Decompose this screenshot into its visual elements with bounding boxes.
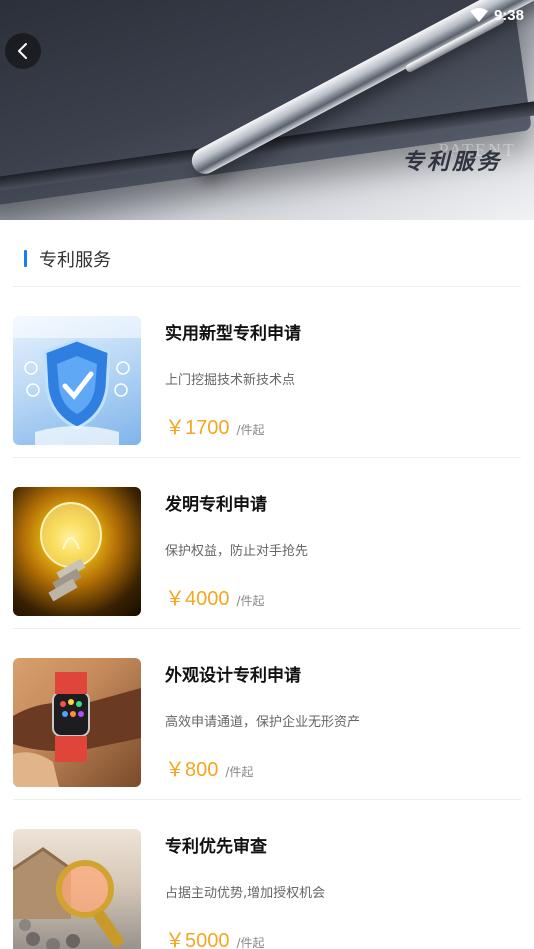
service-item-priority-exam[interactable]: 专利优先审查 占据主动优势,增加授权机会 ￥5000 /件起 [13,800,521,949]
lightbulb-icon [40,502,102,602]
status-bar: 9:38 [469,5,524,25]
service-price: ￥5000 /件起 [165,924,265,949]
service-item-design[interactable]: 外观设计专利申请 高效申请通道，保护企业无形资产 ￥800 /件起 [13,629,521,800]
wifi-icon [469,8,488,22]
price-value: ￥800 [165,759,219,781]
service-description: 高效申请通道，保护企业无形资产 [165,715,361,730]
price-unit: /件起 [236,594,265,608]
service-description: 保护权益，防止对手抢先 [165,544,309,559]
price-unit: /件起 [236,423,265,437]
back-button[interactable] [5,33,41,69]
section-header: 专利服务 [13,231,521,287]
price-value: ￥4000 [165,588,230,610]
price-unit: /件起 [225,765,254,779]
service-thumbnail [13,316,141,445]
magnifier-icon [13,847,124,949]
service-price: ￥800 /件起 [165,753,253,782]
section-title: 专利服务 [39,249,111,271]
status-time: 9:38 [493,6,524,24]
service-item-utility-model[interactable]: 实用新型专利申请 上门挖掘技术新技术点 ￥1700 /件起 [13,287,521,458]
service-price: ￥1700 /件起 [165,411,265,440]
service-thumbnail [13,487,141,616]
service-title: 发明专利申请 [165,495,267,515]
price-value: ￥1700 [165,417,230,439]
service-item-invention[interactable]: 发明专利申请 保护权益，防止对手抢先 ￥4000 /件起 [13,458,521,629]
banner-title: 专利服务 [401,149,502,175]
back-arrow-icon [18,43,27,59]
service-thumbnail [13,658,141,787]
banner-image: PATENT 专利服务 [0,0,534,220]
service-thumbnail [13,829,141,949]
service-price: ￥4000 /件起 [165,582,265,611]
section-accent-bar [24,250,27,267]
service-title: 专利优先审查 [165,837,267,857]
service-description: 上门挖掘技术新技术点 [165,373,296,388]
service-title: 外观设计专利申请 [165,666,301,686]
service-title: 实用新型专利申请 [165,324,301,344]
smartwatch-icon [13,672,141,787]
price-value: ￥5000 [165,930,230,949]
shield-icon [13,316,141,445]
service-description: 占据主动优势,增加授权机会 [165,886,326,901]
price-unit: /件起 [236,936,265,949]
